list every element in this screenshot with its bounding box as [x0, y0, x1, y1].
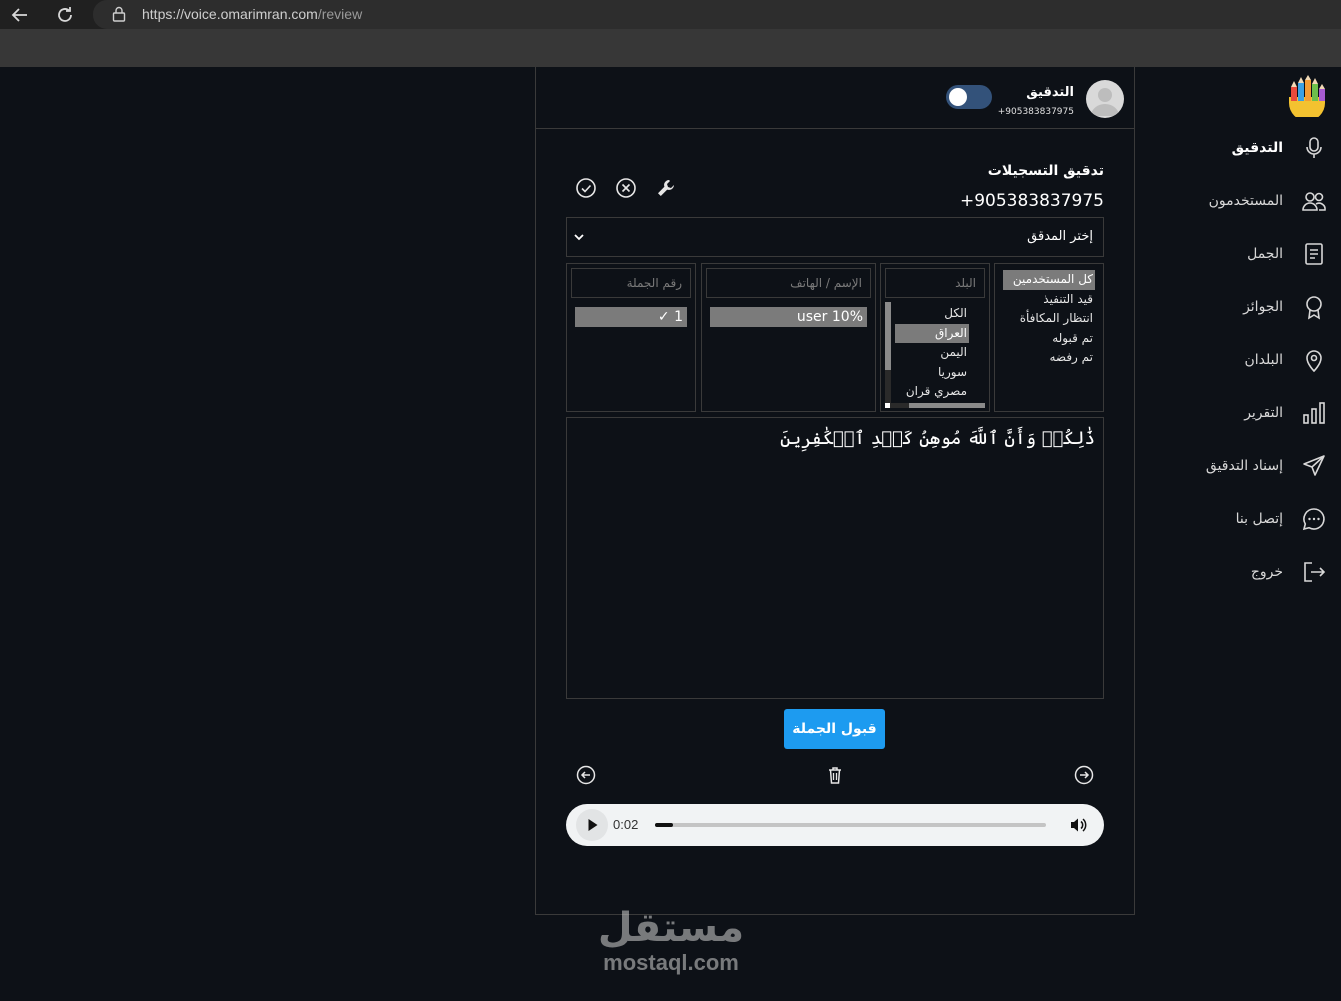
sidebar-item-label: إسناد التدقيق — [1205, 458, 1283, 474]
reject-circle-x-icon[interactable] — [615, 177, 637, 199]
accept-sentence-button[interactable]: قبول الجملة — [784, 709, 885, 749]
user-filter: الإسم / الهاتف user 10% — [701, 263, 876, 412]
sidebar-item-contact[interactable]: إتصل بنا — [1137, 502, 1327, 536]
watermark-latin: mostaql.com — [603, 950, 739, 975]
sidebar-item-countries[interactable]: البلدان — [1137, 343, 1327, 377]
trash-icon[interactable] — [824, 764, 846, 786]
reviewer-select[interactable]: إختر المدقق — [566, 217, 1104, 257]
country-filter: البلد الكل العراق اليمن سوريا مصري قران — [880, 263, 990, 412]
sidebar-item-label: التدقيق — [1231, 140, 1283, 156]
country-option[interactable]: مصري قران — [895, 382, 969, 402]
status-option[interactable]: كل المستخدمين — [1003, 270, 1095, 290]
sentence-text-box[interactable]: ذَٰلِكُمۡ وَأَنَّ ٱللَّهَ مُوهِنُ كَيۡدِ… — [566, 417, 1104, 699]
pencils-logo-icon — [1285, 75, 1329, 121]
avatar[interactable] — [1086, 80, 1124, 118]
country-option[interactable]: الكل — [895, 304, 969, 324]
sidebar-item-logout[interactable]: خروج — [1137, 555, 1327, 589]
chevron-down-icon — [574, 234, 584, 241]
sentence-option[interactable]: 1 ✓ — [575, 307, 687, 327]
status-option[interactable]: تم رفضه — [1003, 348, 1095, 368]
status-option[interactable]: تم قبوله — [1003, 329, 1095, 349]
page-title: تدقيق التسجيلات — [987, 163, 1104, 179]
status-option[interactable]: قيد التنفيذ — [1003, 290, 1095, 310]
theme-toggle[interactable] — [946, 85, 992, 109]
chat-icon — [1302, 508, 1325, 531]
logout-icon — [1304, 562, 1326, 582]
sidebar-item-label: التقرير — [1244, 405, 1283, 421]
audio-current-time: 0:02 — [613, 817, 639, 832]
header-user-phone: +905383837975 — [997, 107, 1074, 117]
back-arrow-icon[interactable] — [9, 4, 31, 26]
sentence-number-input[interactable]: رقم الجملة — [571, 268, 691, 298]
country-option[interactable]: العراق — [895, 323, 969, 343]
reviewed-user-phone: +905383837975 — [959, 191, 1104, 211]
scrollbar-thumb[interactable] — [909, 403, 985, 408]
sentence-text: ذَٰلِكُمۡ وَأَنَّ ٱللَّهَ مُوهِنُ كَيۡدِ… — [780, 428, 1095, 449]
sidebar-item-review[interactable]: التدقيق — [1137, 131, 1327, 165]
sidebar-item-label: إتصل بنا — [1235, 511, 1283, 527]
scrollbar-thumb[interactable] — [885, 302, 891, 370]
mic-icon — [1306, 137, 1322, 158]
sidebar-item-awards[interactable]: الجوائز — [1137, 290, 1327, 324]
wrench-icon[interactable] — [655, 177, 677, 199]
country-option[interactable]: سوريا — [895, 363, 969, 383]
watermark-arabic: مستقل — [597, 905, 745, 951]
status-option[interactable]: انتظار المكافأة — [1003, 309, 1095, 329]
audio-player: 0:02 — [566, 804, 1104, 846]
sidebar-item-sentences[interactable]: الجمل — [1137, 237, 1327, 271]
status-filter-list[interactable]: كل المستخدمين قيد التنفيذ انتظار المكافأ… — [994, 263, 1104, 412]
panel-header: التدقيق +905383837975 — [536, 67, 1134, 129]
country-hscrollbar[interactable] — [885, 403, 985, 408]
review-panel: التدقيق +905383837975 تدقيق التسجيلات +9… — [535, 67, 1135, 915]
reviewer-select-value: إختر المدقق — [1027, 229, 1093, 244]
name-phone-search-input[interactable]: الإسم / الهاتف — [706, 268, 871, 298]
sidebar-item-label: خروج — [1250, 564, 1283, 580]
previous-arrow-icon[interactable] — [575, 764, 597, 786]
sentence-filter: رقم الجملة 1 ✓ — [566, 263, 696, 412]
country-option[interactable]: اليمن — [895, 343, 969, 363]
volume-icon[interactable] — [1068, 815, 1088, 835]
url-path: /review — [317, 6, 363, 22]
country-list[interactable]: الكل العراق اليمن سوريا مصري قران — [895, 304, 969, 402]
country-search-input[interactable]: البلد — [885, 268, 985, 298]
header-user-name: التدقيق — [1026, 85, 1074, 100]
sidebar-item-users[interactable]: المستخدمون — [1137, 184, 1327, 218]
send-icon — [1303, 455, 1325, 476]
audio-seek-bar[interactable] — [655, 823, 1046, 827]
sidebar-item-label: البلدان — [1244, 352, 1283, 368]
url-host: https://voice.omarimran.com — [142, 6, 318, 22]
sidebar: التدقيق المستخدمون الجمل الجوائز البلدان… — [1135, 67, 1341, 1001]
bar-chart-icon — [1303, 402, 1325, 424]
map-pin-icon — [1306, 350, 1322, 373]
sidebar-item-label: الجوائز — [1243, 299, 1283, 315]
users-icon — [1302, 192, 1326, 211]
sidebar-item-assign-review[interactable]: إسناد التدقيق — [1137, 449, 1327, 483]
scrollbar-cap — [885, 403, 890, 408]
next-arrow-icon[interactable] — [1073, 764, 1095, 786]
play-button[interactable] — [576, 809, 608, 841]
browser-toolbar: https://voice.omarimran.com/review — [0, 0, 1341, 67]
sidebar-item-report[interactable]: التقرير — [1137, 396, 1327, 430]
reload-icon[interactable] — [54, 4, 76, 26]
user-option[interactable]: user 10% — [710, 307, 867, 327]
toggle-knob — [949, 88, 967, 106]
play-icon — [588, 819, 598, 831]
document-icon — [1305, 243, 1323, 265]
browser-address-row: https://voice.omarimran.com/review — [0, 0, 1341, 29]
sidebar-item-label: المستخدمون — [1208, 193, 1283, 209]
audio-progress — [655, 823, 673, 827]
approve-circle-check-icon[interactable] — [575, 177, 597, 199]
url-text[interactable]: https://voice.omarimran.com/review — [142, 6, 362, 22]
country-scrollbar[interactable] — [885, 302, 891, 408]
award-icon — [1306, 296, 1322, 320]
lock-icon — [112, 6, 126, 22]
sidebar-item-label: الجمل — [1247, 246, 1283, 262]
mostaql-watermark: مستقل mostaql.com — [588, 905, 754, 975]
